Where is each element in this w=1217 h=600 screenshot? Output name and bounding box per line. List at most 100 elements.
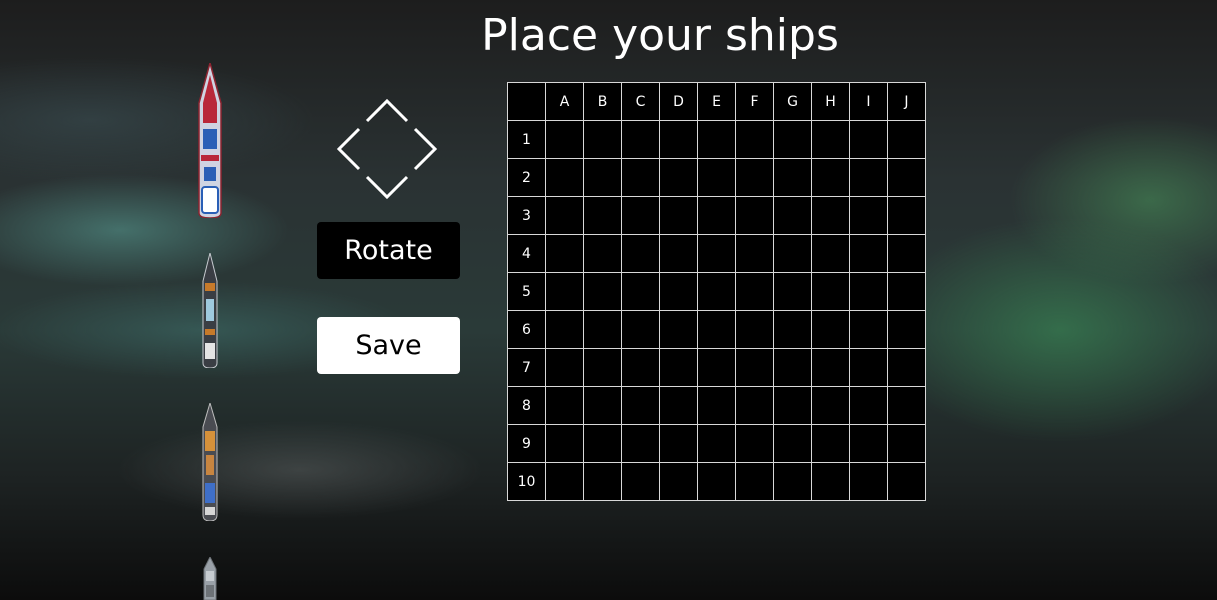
grid-cell-H4[interactable] (811, 234, 850, 273)
grid-cell-I4[interactable] (849, 234, 888, 273)
grid-cell-F2[interactable] (735, 158, 774, 197)
grid-cell-F8[interactable] (735, 386, 774, 425)
grid-cell-B4[interactable] (583, 234, 622, 273)
grid-cell-F4[interactable] (735, 234, 774, 273)
grid-cell-H7[interactable] (811, 348, 850, 387)
grid-cell-I1[interactable] (849, 120, 888, 159)
grid-cell-A10[interactable] (545, 462, 584, 501)
grid-cell-F6[interactable] (735, 310, 774, 349)
grid-cell-E8[interactable] (697, 386, 736, 425)
grid-cell-I5[interactable] (849, 272, 888, 311)
grid-cell-A8[interactable] (545, 386, 584, 425)
grid-cell-B7[interactable] (583, 348, 622, 387)
grid-cell-E1[interactable] (697, 120, 736, 159)
grid-cell-F3[interactable] (735, 196, 774, 235)
grid-cell-E6[interactable] (697, 310, 736, 349)
grid-cell-F7[interactable] (735, 348, 774, 387)
grid-cell-J6[interactable] (887, 310, 926, 349)
grid-cell-G4[interactable] (773, 234, 812, 273)
grid-cell-B8[interactable] (583, 386, 622, 425)
grid-cell-E9[interactable] (697, 424, 736, 463)
grid-cell-I7[interactable] (849, 348, 888, 387)
grid-cell-A6[interactable] (545, 310, 584, 349)
grid-cell-J10[interactable] (887, 462, 926, 501)
grid-cell-I9[interactable] (849, 424, 888, 463)
grid-cell-D2[interactable] (659, 158, 698, 197)
grid-cell-A2[interactable] (545, 158, 584, 197)
grid-cell-A4[interactable] (545, 234, 584, 273)
grid-cell-D10[interactable] (659, 462, 698, 501)
grid-cell-G5[interactable] (773, 272, 812, 311)
grid-cell-B6[interactable] (583, 310, 622, 349)
ship-submarine[interactable] (195, 557, 225, 600)
grid-cell-D9[interactable] (659, 424, 698, 463)
grid-cell-F9[interactable] (735, 424, 774, 463)
grid-cell-H6[interactable] (811, 310, 850, 349)
grid-cell-C5[interactable] (621, 272, 660, 311)
grid-cell-E10[interactable] (697, 462, 736, 501)
grid-cell-D5[interactable] (659, 272, 698, 311)
grid-cell-I2[interactable] (849, 158, 888, 197)
grid-cell-H1[interactable] (811, 120, 850, 159)
ship-cruiser[interactable] (195, 403, 225, 521)
grid-cell-C4[interactable] (621, 234, 660, 273)
grid-cell-F1[interactable] (735, 120, 774, 159)
grid-cell-D4[interactable] (659, 234, 698, 273)
grid-cell-C3[interactable] (621, 196, 660, 235)
grid-cell-J3[interactable] (887, 196, 926, 235)
grid-cell-G1[interactable] (773, 120, 812, 159)
grid-cell-A7[interactable] (545, 348, 584, 387)
grid-cell-D1[interactable] (659, 120, 698, 159)
grid-cell-D6[interactable] (659, 310, 698, 349)
ship-battleship[interactable] (195, 253, 225, 368)
grid-cell-F5[interactable] (735, 272, 774, 311)
grid-cell-B9[interactable] (583, 424, 622, 463)
grid-cell-G6[interactable] (773, 310, 812, 349)
grid-cell-A3[interactable] (545, 196, 584, 235)
grid-cell-J1[interactable] (887, 120, 926, 159)
grid-cell-J8[interactable] (887, 386, 926, 425)
grid-cell-G8[interactable] (773, 386, 812, 425)
grid-cell-C10[interactable] (621, 462, 660, 501)
ship-carrier[interactable] (195, 63, 225, 218)
grid-cell-J7[interactable] (887, 348, 926, 387)
grid-cell-E7[interactable] (697, 348, 736, 387)
grid-cell-H2[interactable] (811, 158, 850, 197)
grid-cell-D7[interactable] (659, 348, 698, 387)
grid-cell-A5[interactable] (545, 272, 584, 311)
grid-cell-G7[interactable] (773, 348, 812, 387)
grid-cell-A9[interactable] (545, 424, 584, 463)
grid-cell-J2[interactable] (887, 158, 926, 197)
grid-cell-G10[interactable] (773, 462, 812, 501)
grid-cell-C7[interactable] (621, 348, 660, 387)
grid-cell-H10[interactable] (811, 462, 850, 501)
grid-cell-I6[interactable] (849, 310, 888, 349)
grid-cell-H8[interactable] (811, 386, 850, 425)
grid-cell-H9[interactable] (811, 424, 850, 463)
grid-cell-E4[interactable] (697, 234, 736, 273)
grid-cell-I10[interactable] (849, 462, 888, 501)
grid-cell-I8[interactable] (849, 386, 888, 425)
grid-cell-I3[interactable] (849, 196, 888, 235)
grid-cell-E5[interactable] (697, 272, 736, 311)
grid-cell-B3[interactable] (583, 196, 622, 235)
grid-cell-B1[interactable] (583, 120, 622, 159)
grid-cell-G2[interactable] (773, 158, 812, 197)
grid-cell-B2[interactable] (583, 158, 622, 197)
grid-cell-C8[interactable] (621, 386, 660, 425)
grid-cell-H3[interactable] (811, 196, 850, 235)
grid-cell-D3[interactable] (659, 196, 698, 235)
grid-cell-E2[interactable] (697, 158, 736, 197)
rotate-button[interactable]: Rotate (317, 222, 460, 279)
grid-cell-B5[interactable] (583, 272, 622, 311)
grid-cell-C9[interactable] (621, 424, 660, 463)
grid-cell-C2[interactable] (621, 158, 660, 197)
grid-cell-J4[interactable] (887, 234, 926, 273)
grid-cell-J5[interactable] (887, 272, 926, 311)
grid-cell-F10[interactable] (735, 462, 774, 501)
grid-cell-G3[interactable] (773, 196, 812, 235)
grid-cell-A1[interactable] (545, 120, 584, 159)
save-button[interactable]: Save (317, 317, 460, 374)
grid-cell-C1[interactable] (621, 120, 660, 159)
grid-cell-H5[interactable] (811, 272, 850, 311)
